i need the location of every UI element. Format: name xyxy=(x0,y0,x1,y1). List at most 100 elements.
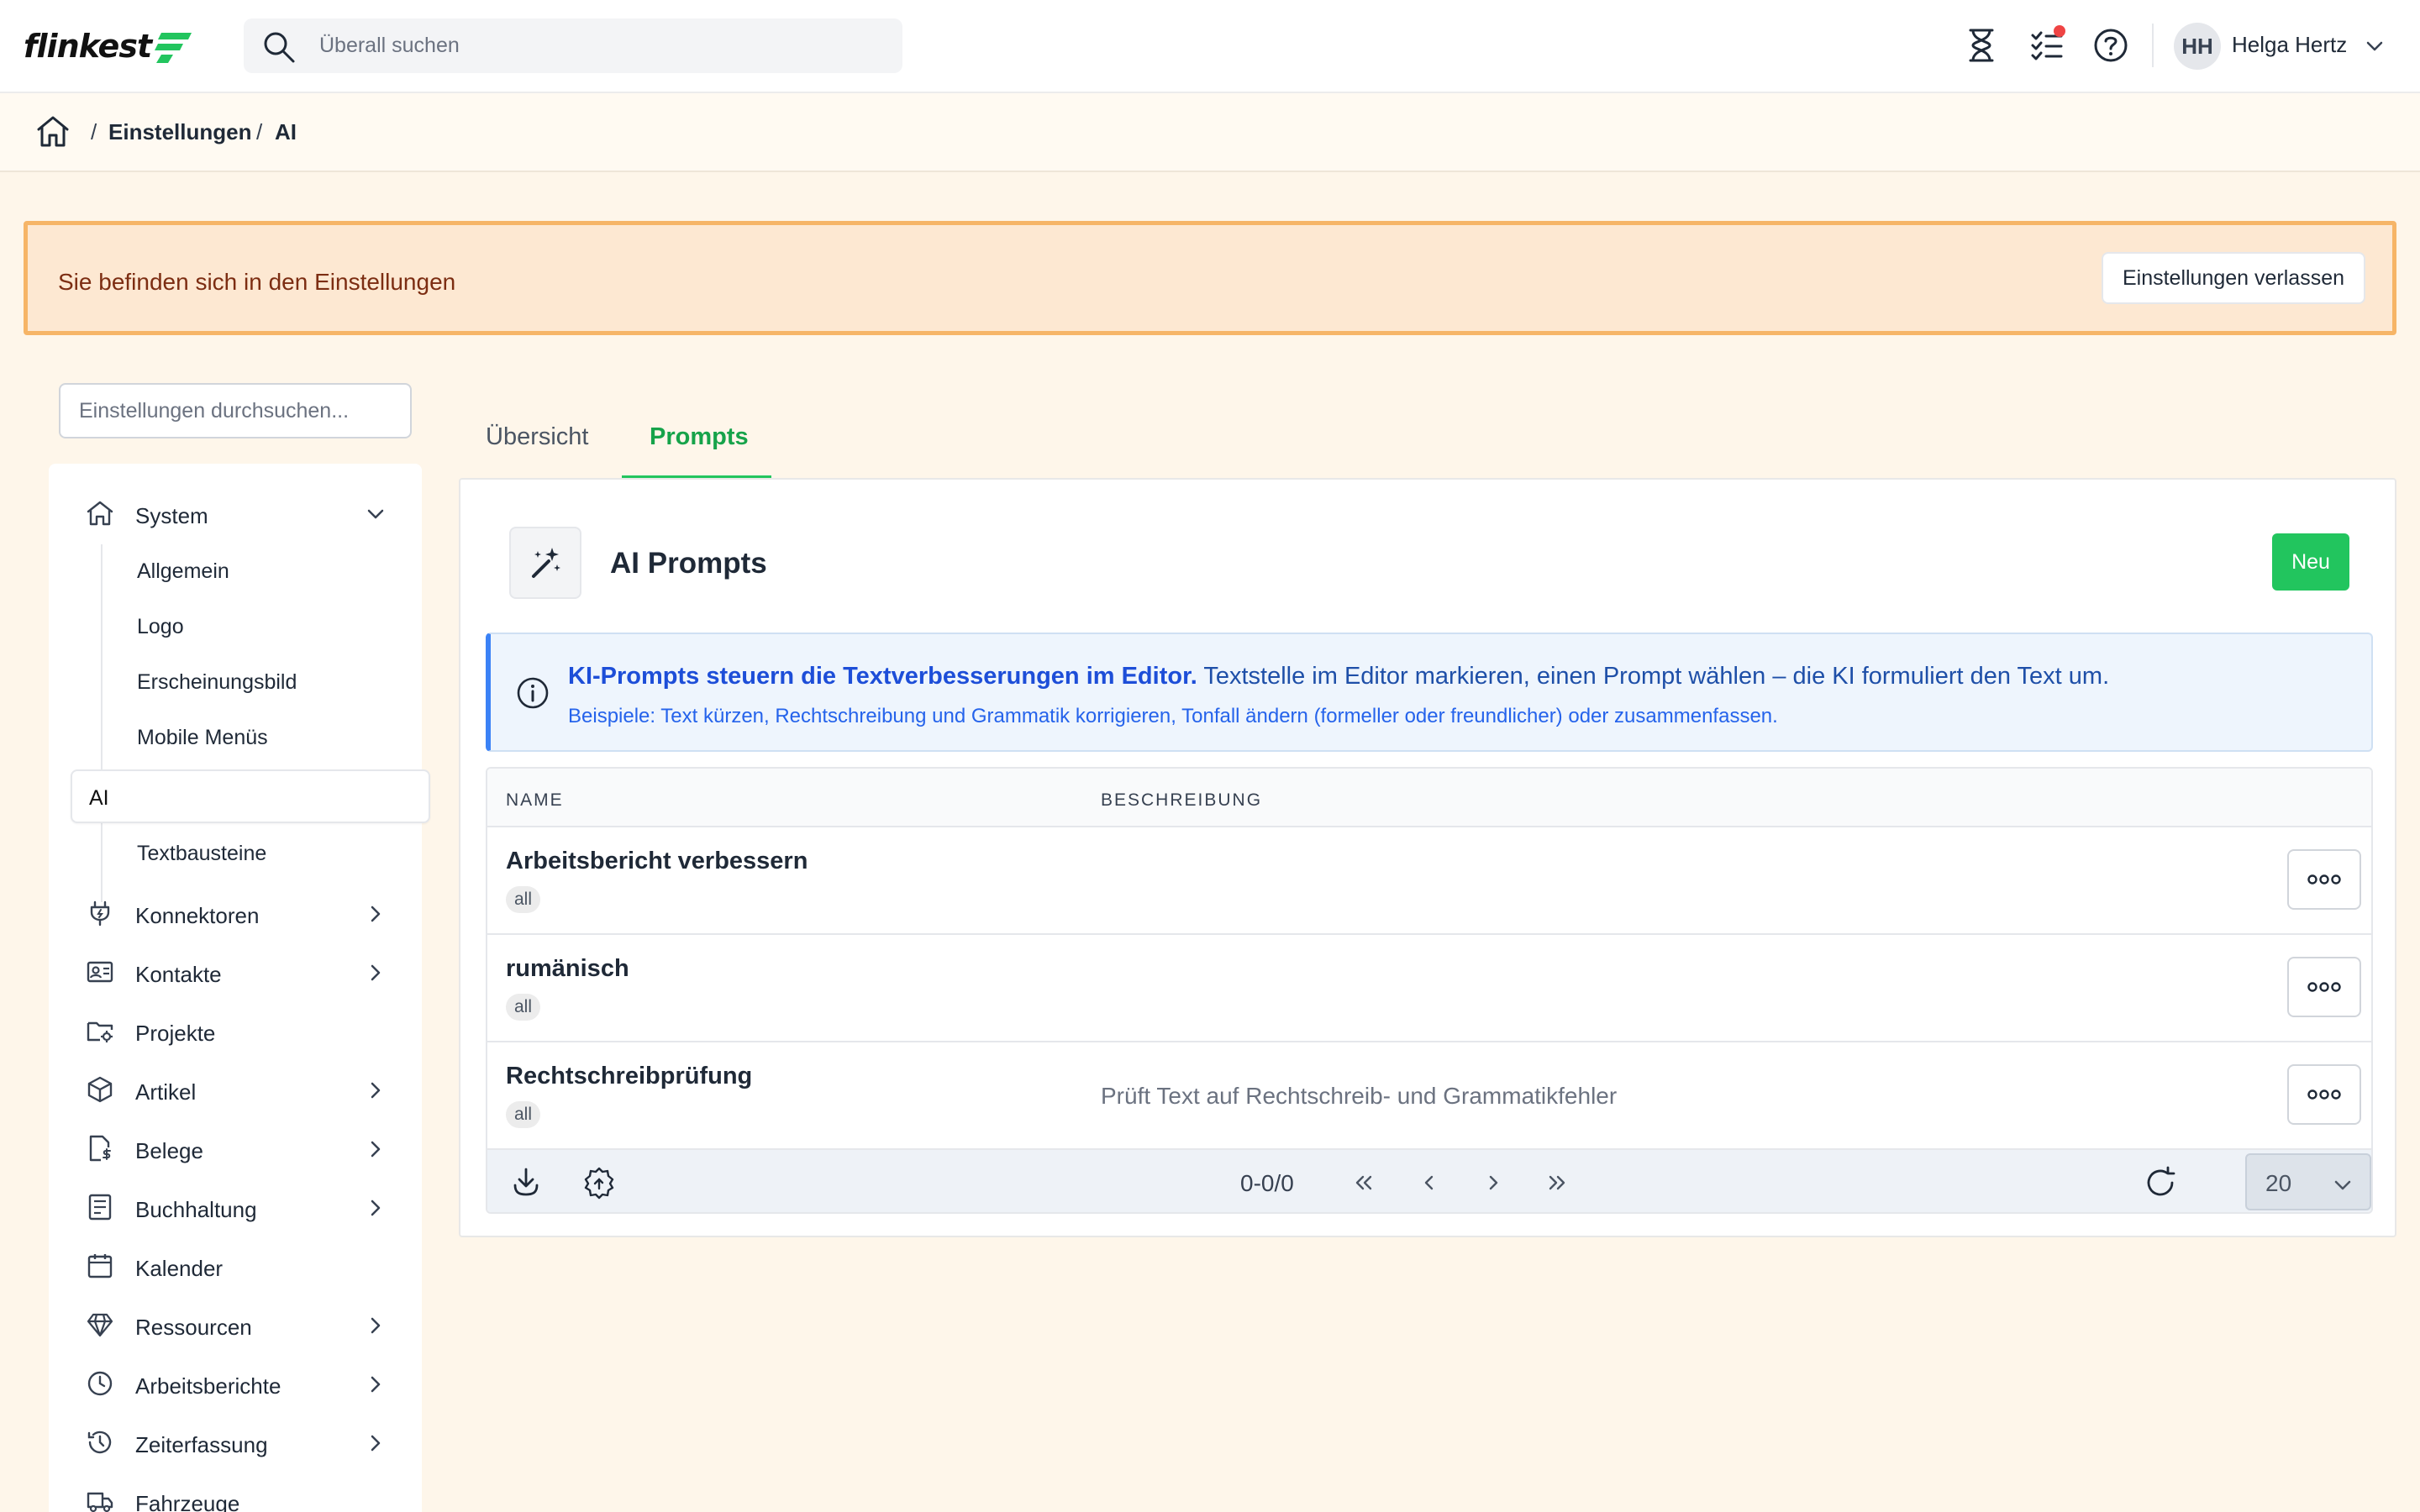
chevron-down-icon[interactable] xyxy=(2364,35,2386,57)
scope-badge: all xyxy=(506,886,541,913)
sidebar-item-kontakte[interactable]: Kontakte xyxy=(49,948,422,998)
panel-title: AI Prompts xyxy=(610,547,767,580)
sidebar-item-ressourcen[interactable]: Ressourcen xyxy=(49,1300,422,1351)
more-horizontal-icon xyxy=(2307,982,2341,992)
tab-prompts[interactable]: Prompts xyxy=(650,423,749,451)
subnav-guide xyxy=(101,544,103,902)
row-actions-button[interactable] xyxy=(2287,957,2361,1017)
sidebar-item-projekte[interactable]: Projekte xyxy=(49,1006,422,1057)
table-header: NAME BESCHREIBUNG xyxy=(487,769,2371,827)
sidebar-item-kalender[interactable]: Kalender xyxy=(49,1242,422,1292)
topbar-divider xyxy=(2152,24,2154,67)
sidebar-item-konnektoren[interactable]: Konnektoren xyxy=(49,889,422,939)
prompts-panel: AI Prompts Neu KI-Prompts steuern die Te… xyxy=(459,478,2396,1237)
sidebar-subitem-allgemein[interactable]: Allgemein xyxy=(137,559,229,584)
hourglass-icon xyxy=(1969,29,1994,62)
column-header-name[interactable]: NAME xyxy=(506,790,564,811)
more-horizontal-icon xyxy=(2307,1089,2341,1100)
top-bar: flinkest HH H xyxy=(0,0,2420,93)
chevron-right-icon xyxy=(371,1141,381,1158)
timer-button[interactable] xyxy=(1963,27,2000,64)
table-row[interactable]: Rechtschreibprüfung all Prüft Text auf R… xyxy=(487,1042,2371,1150)
sidebar-item-system[interactable]: System xyxy=(49,489,422,539)
chevron-right-icon xyxy=(371,906,381,922)
breadcrumb-separator: / xyxy=(91,119,97,144)
info-examples: Beispiele: Text kürzen, Rechtschreibung … xyxy=(568,705,1778,727)
home-icon xyxy=(87,501,113,526)
sidebar-item-label: Projekte xyxy=(135,1021,216,1046)
folder-gear-icon xyxy=(87,1021,113,1042)
prompt-name: Arbeitsbericht verbessern xyxy=(506,848,808,874)
chevron-right-icon xyxy=(371,1317,381,1334)
sidebar-item-label: Konnektoren xyxy=(135,903,260,928)
breadcrumb-item-settings[interactable]: Einstellungen xyxy=(108,119,251,145)
sidebar-item-fahrzeuge[interactable]: Fahrzeuge xyxy=(49,1477,422,1512)
next-page-icon[interactable] xyxy=(1479,1168,1507,1197)
clock-icon xyxy=(87,1371,113,1396)
breadcrumb: / Einstellungen / AI xyxy=(0,93,2420,172)
row-actions-button[interactable] xyxy=(2287,1064,2361,1125)
table-row[interactable]: Arbeitsbericht verbessern all xyxy=(487,827,2371,935)
sidebar-item-artikel[interactable]: Artikel xyxy=(49,1065,422,1116)
more-horizontal-icon xyxy=(2307,874,2341,885)
new-prompt-button[interactable]: Neu xyxy=(2272,533,2349,591)
settings-search-input[interactable] xyxy=(59,383,412,438)
home-icon[interactable] xyxy=(35,113,71,149)
plug-icon xyxy=(90,900,110,927)
sidebar-item-label: System xyxy=(135,503,208,528)
tab-overview[interactable]: Übersicht xyxy=(486,423,589,451)
sidebar-item-label: Zeiterfassung xyxy=(135,1432,268,1457)
brand-logo[interactable]: flinkest xyxy=(24,25,193,67)
info-icon xyxy=(517,677,549,709)
sidebar-item-label: Arbeitsberichte xyxy=(135,1373,281,1399)
chevron-down-icon xyxy=(367,509,384,519)
info-callout: KI-Prompts steuern die Textverbesserunge… xyxy=(486,633,2373,752)
chevron-right-icon xyxy=(371,1200,381,1216)
sidebar-item-arbeitsberichte[interactable]: Arbeitsberichte xyxy=(49,1359,422,1410)
sidebar-item-label: Artikel xyxy=(135,1079,197,1105)
chevron-right-icon xyxy=(371,1435,381,1452)
info-bold-text: KI-Prompts steuern die Textverbesserunge… xyxy=(568,663,1197,690)
breadcrumb-separator: / xyxy=(256,119,263,144)
chevron-right-icon xyxy=(371,1082,381,1099)
logo-text: flinkest xyxy=(24,28,152,65)
column-header-description[interactable]: BESCHREIBUNG xyxy=(1101,790,1262,811)
sidebar-item-label: Kalender xyxy=(135,1256,224,1281)
download-icon[interactable] xyxy=(509,1165,543,1199)
sidebar-subitem-logo[interactable]: Logo xyxy=(137,615,184,639)
row-actions-button[interactable] xyxy=(2287,849,2361,910)
sidebar-subitem-ai[interactable]: AI xyxy=(71,769,430,823)
table-row[interactable]: rumänisch all xyxy=(487,935,2371,1042)
sidebar-item-zeiterfassung[interactable]: Zeiterfassung xyxy=(49,1418,422,1468)
help-button[interactable] xyxy=(2092,27,2129,64)
box-icon xyxy=(87,1076,113,1103)
notification-dot xyxy=(2054,25,2065,37)
prompt-description: Prüft Text auf Rechtschreib- und Grammat… xyxy=(1101,1083,1618,1109)
sidebar-subitem-mobile-menus[interactable]: Mobile Menüs xyxy=(137,726,268,750)
sidebar-item-buchhaltung[interactable]: Buchhaltung xyxy=(49,1183,422,1233)
chevron-right-icon xyxy=(371,964,381,981)
prev-page-icon[interactable] xyxy=(1415,1168,1444,1197)
last-page-icon[interactable] xyxy=(1543,1168,1571,1197)
global-search[interactable] xyxy=(244,18,902,73)
refresh-icon[interactable] xyxy=(2143,1165,2178,1200)
search-input[interactable] xyxy=(319,18,874,73)
banner-text: Sie befinden sich in den Einstellungen xyxy=(58,269,456,295)
page-size-value: 20 xyxy=(2265,1170,2292,1196)
avatar[interactable]: HH xyxy=(2174,23,2221,70)
user-name[interactable]: Helga Hertz xyxy=(2232,32,2347,58)
tasks-button[interactable] xyxy=(2028,25,2065,64)
first-page-icon[interactable] xyxy=(1349,1168,1378,1197)
sidebar-subitem-textbausteine[interactable]: Textbausteine xyxy=(137,842,266,866)
info-text: Textstelle im Editor markieren, einen Pr… xyxy=(1197,663,2110,690)
page-size-select[interactable]: 20 xyxy=(2245,1153,2371,1210)
sidebar-subitem-erscheinungsbild[interactable]: Erscheinungsbild xyxy=(137,670,297,695)
sidebar-item-label: Kontakte xyxy=(135,962,222,987)
sidebar-item-belege[interactable]: Belege xyxy=(49,1124,422,1174)
clock-history-icon xyxy=(87,1431,112,1454)
table-footer: 0-0/0 20 xyxy=(487,1150,2371,1212)
chevron-right-icon xyxy=(371,1376,381,1393)
leave-settings-button[interactable]: Einstellungen verlassen xyxy=(2102,252,2365,304)
prompt-name: rumänisch xyxy=(506,955,629,982)
column-settings-icon[interactable] xyxy=(581,1165,617,1200)
